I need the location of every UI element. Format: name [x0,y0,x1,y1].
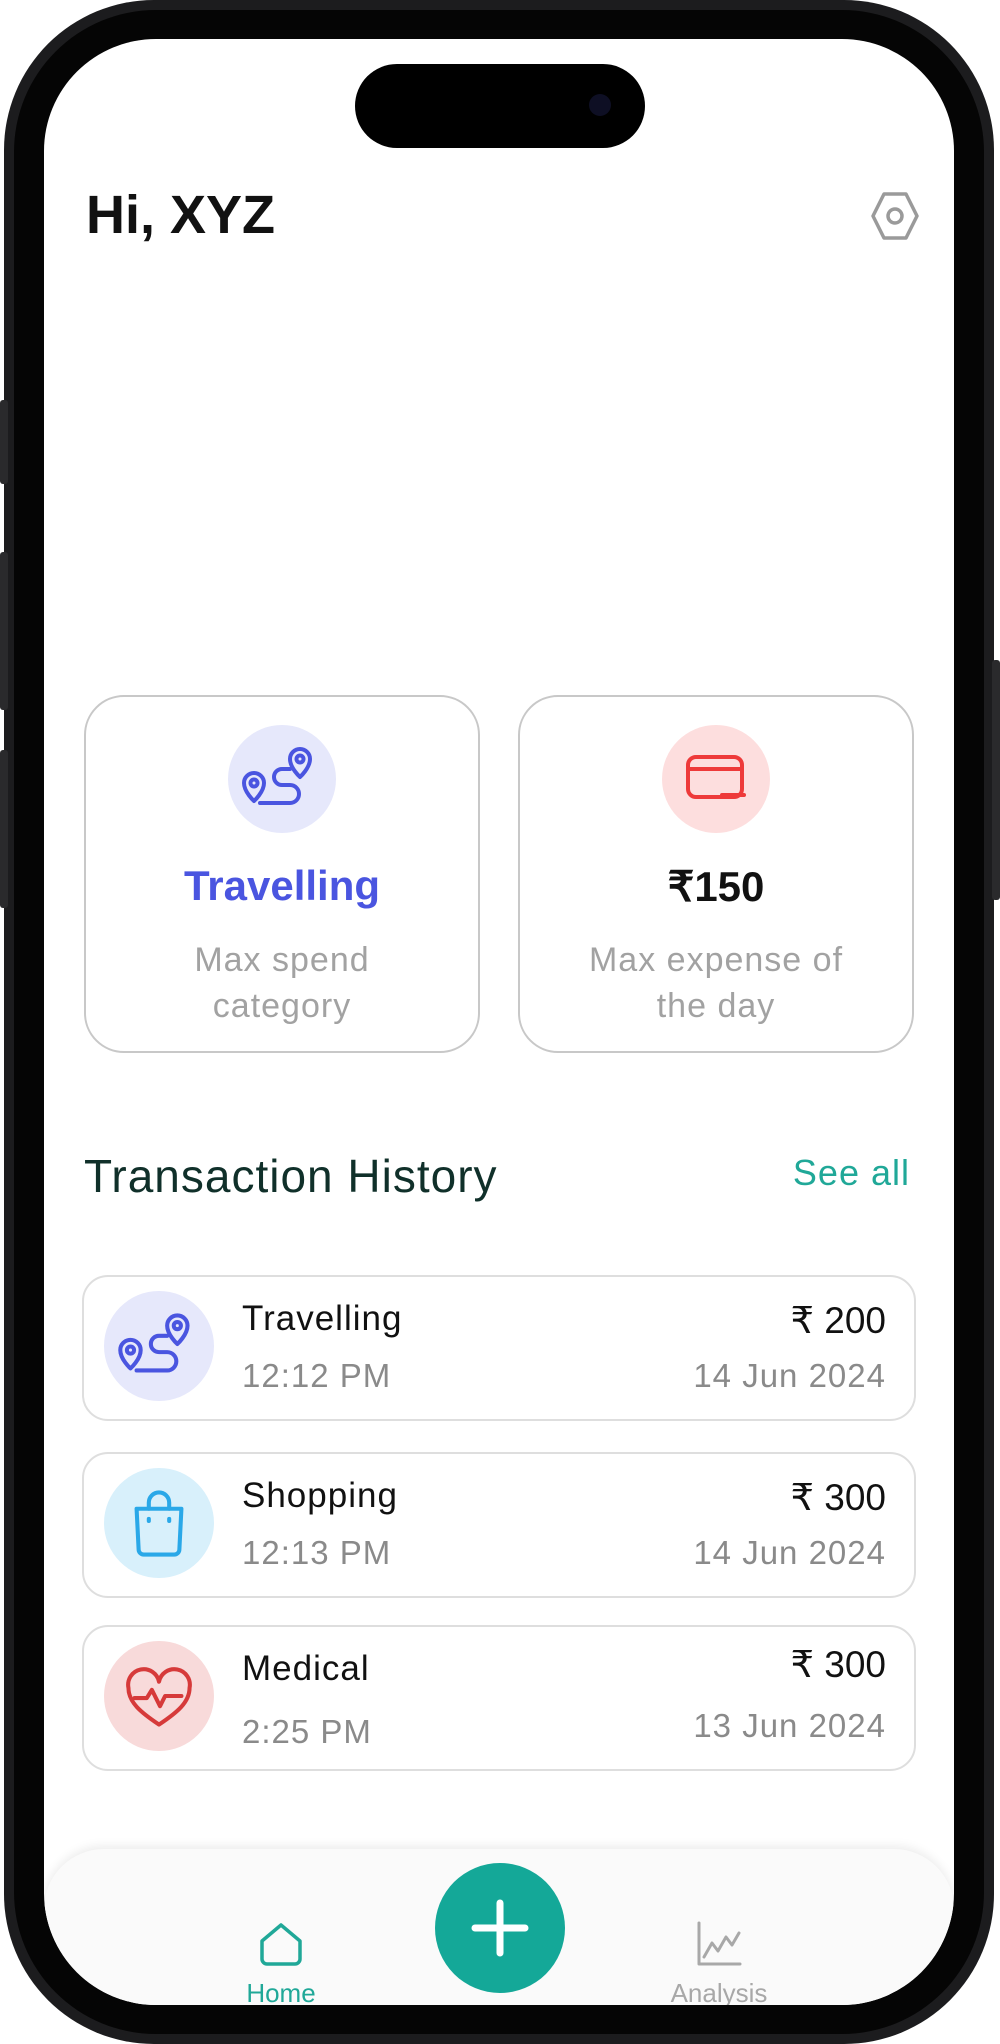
transaction-icon-circle [104,1291,214,1401]
transaction-amount: ₹ 300 [790,1477,886,1518]
greeting-title: Hi, XYZ [86,185,276,245]
add-transaction-button[interactable] [435,1863,565,1993]
expense-value: ₹150 [667,863,765,910]
transaction-icon-circle [104,1468,214,1578]
heart-pulse-icon [126,1667,192,1727]
see-all-link[interactable]: See all [793,1152,910,1194]
transaction-time: 12:13 PM [242,1534,392,1571]
transaction-date: 14 Jun 2024 [693,1534,886,1571]
plus-icon [471,1899,529,1957]
action-button [0,400,8,484]
transaction-history-title: Transaction History [84,1150,498,1202]
line-chart-icon [697,1921,742,1966]
settings-icon[interactable] [870,191,920,241]
volume-up-button [0,552,8,710]
camera-icon [589,94,611,116]
map-route-icon [242,747,312,805]
home-icon [260,1923,302,1966]
transaction-name: Medical [242,1649,370,1688]
transaction-row[interactable]: Medical 2:25 PM ₹ 300 13 Jun 2024 [82,1625,916,1771]
transaction-icon-circle [104,1641,214,1751]
transaction-row[interactable]: Shopping 12:13 PM ₹ 300 14 Jun 2024 [82,1452,916,1598]
app-screen: Hi, XYZ Travelling Max spend category ₹1… [44,39,954,2005]
transaction-name: Shopping [242,1476,398,1515]
expense-icon-circle [662,725,770,833]
transaction-date: 13 Jun 2024 [693,1707,886,1744]
volume-down-button [0,750,8,908]
category-caption: Max spend category [194,941,370,1025]
category-icon-circle [228,725,336,833]
nav-analysis[interactable]: Analysis [654,1919,784,2005]
transaction-name: Travelling [242,1299,403,1338]
transaction-date: 14 Jun 2024 [693,1357,886,1394]
max-spend-category-card[interactable]: Travelling Max spend category [84,695,480,1053]
map-route-icon [118,1313,190,1373]
nav-analysis-label: Analysis [670,1978,768,2005]
dynamic-island [355,64,645,148]
max-expense-card[interactable]: ₹150 Max expense of the day [518,695,914,1053]
nav-home-label: Home [246,1978,316,2005]
transaction-time: 12:12 PM [242,1357,392,1394]
transaction-time: 2:25 PM [242,1713,372,1750]
credit-card-icon [686,755,746,799]
transaction-amount: ₹ 300 [790,1644,886,1685]
transaction-row[interactable]: Travelling 12:12 PM ₹ 200 14 Jun 2024 [82,1275,916,1421]
category-value: Travelling [183,862,381,909]
transaction-amount: ₹ 200 [790,1300,886,1341]
expense-caption: Max expense of the day [588,941,844,1025]
nav-home[interactable]: Home [226,1919,336,2005]
power-button [992,660,1000,900]
shopping-bag-icon [134,1490,184,1557]
